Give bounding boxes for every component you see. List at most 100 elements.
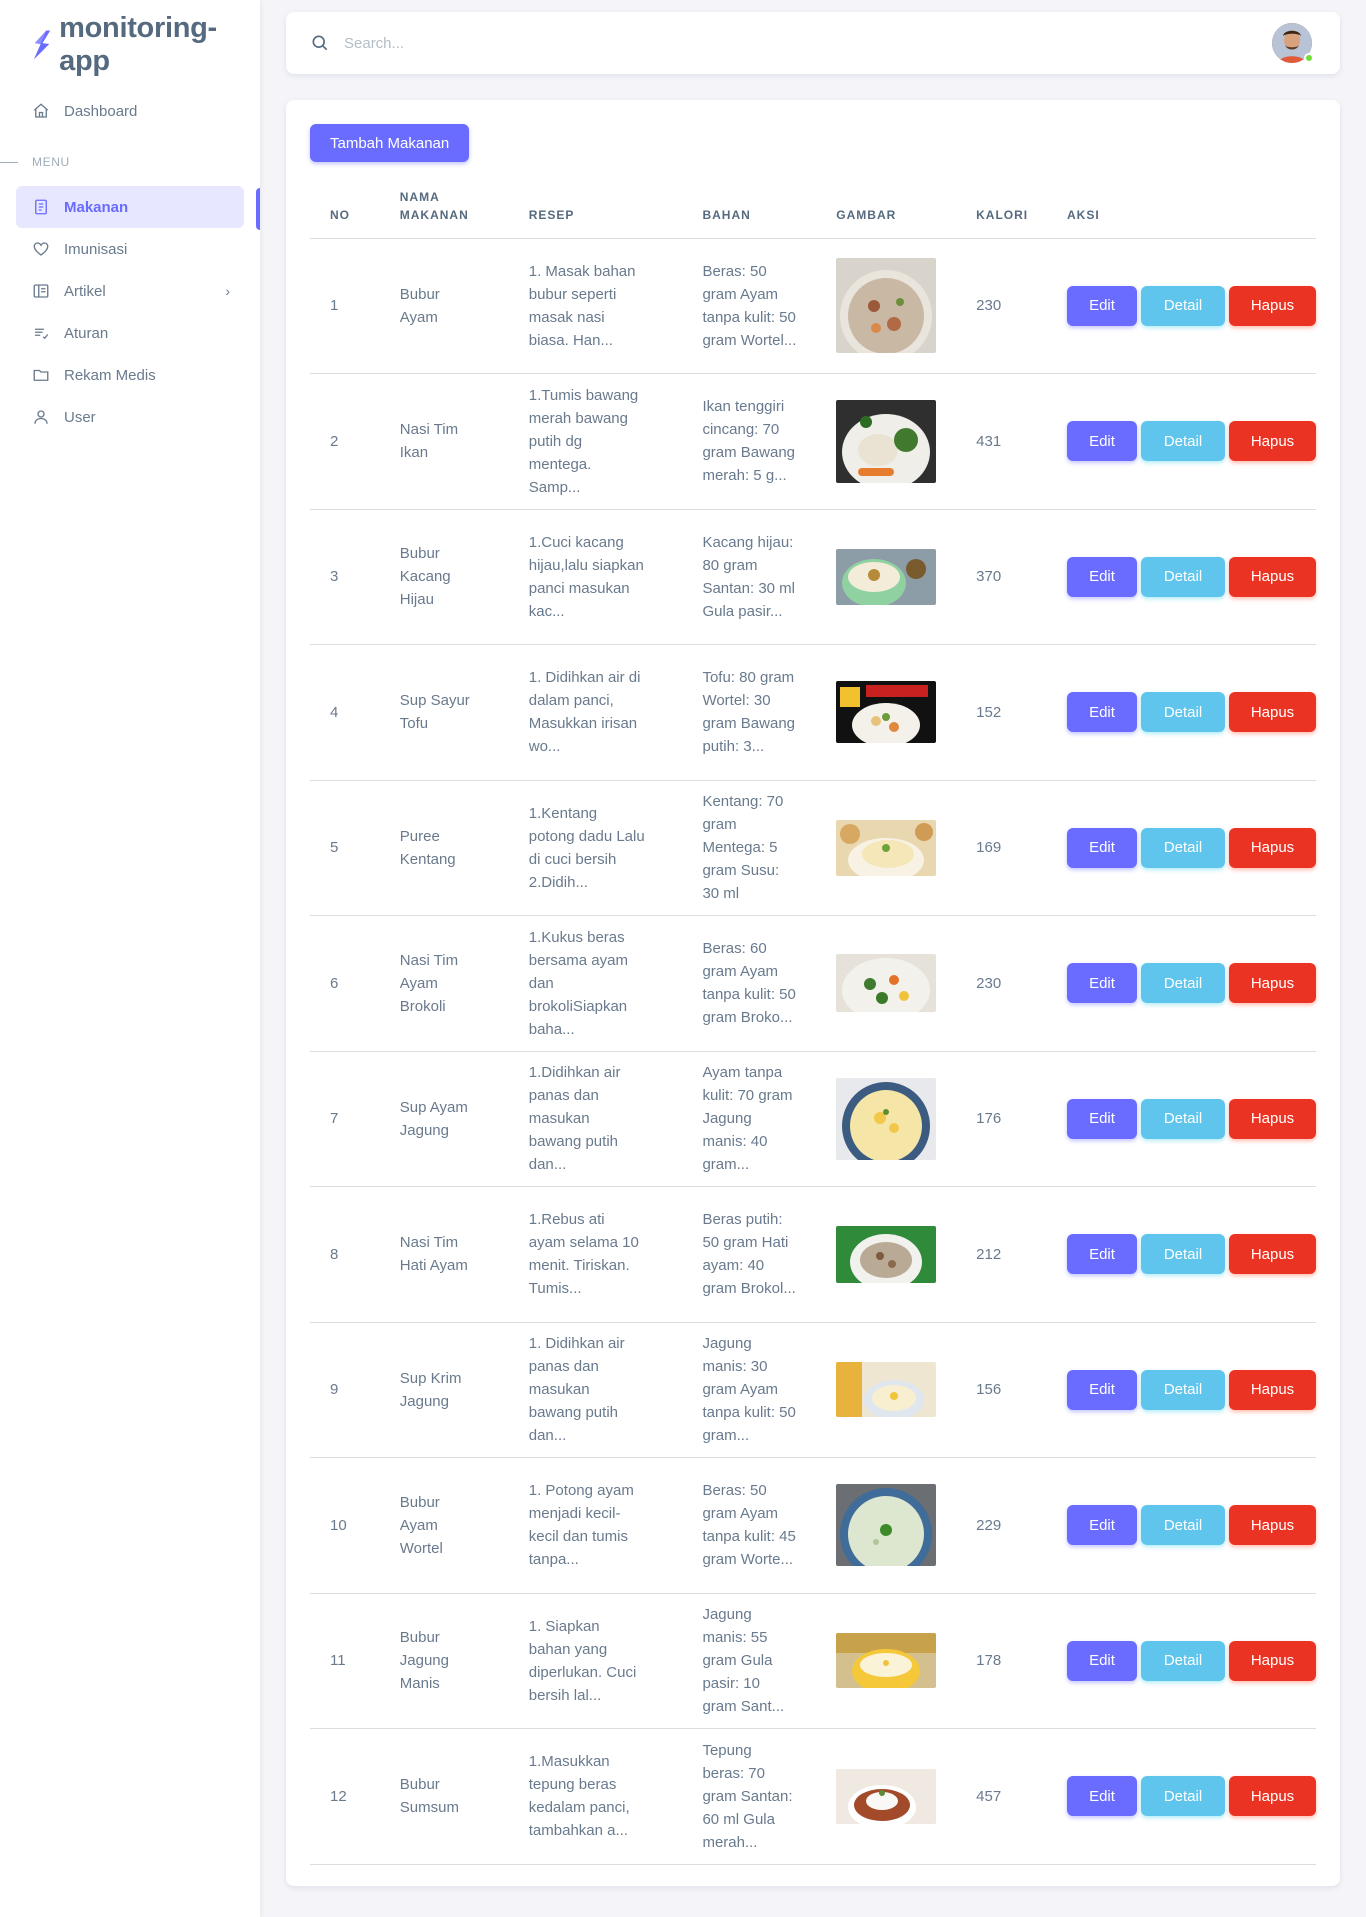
resep-text: 1.Kukus beras bersama ayam dan brokoliSi… — [528, 928, 628, 1038]
sidebar-item-makanan[interactable]: Makanan — [16, 186, 244, 228]
brand[interactable]: monitoring-app — [0, 0, 260, 90]
column-header-bahan: BAHAN — [682, 184, 817, 239]
hapus-button[interactable]: Hapus — [1229, 285, 1316, 326]
hapus-button[interactable]: Hapus — [1229, 421, 1316, 462]
bahan-text: Kacang hijau: 80 gram Santan: 30 ml Gula… — [702, 533, 796, 620]
detail-button[interactable]: Detail — [1141, 556, 1225, 597]
food-image[interactable] — [836, 1077, 937, 1160]
sidebar-item-label: User — [64, 408, 96, 426]
detail-button[interactable]: Detail — [1141, 692, 1225, 733]
bahan-text: Tepung beras: 70 gram Santan: 60 ml Gula… — [702, 1741, 793, 1851]
food-image[interactable] — [836, 954, 937, 1013]
column-header-no: NO — [310, 184, 380, 239]
edit-button[interactable]: Edit — [1067, 1505, 1137, 1546]
hapus-button[interactable]: Hapus — [1229, 1505, 1316, 1546]
resep-text: 1.Tumis bawang merah bawang putih dg men… — [528, 386, 639, 496]
food-image[interactable] — [836, 399, 937, 483]
detail-button[interactable]: Detail — [1141, 1234, 1225, 1275]
hapus-button[interactable]: Hapus — [1229, 1234, 1316, 1275]
detail-button[interactable]: Detail — [1141, 1505, 1225, 1546]
hapus-button[interactable]: Hapus — [1229, 692, 1316, 733]
cell-aksi: Edit Detail Hapus — [1047, 373, 1316, 510]
edit-button[interactable]: Edit — [1067, 692, 1137, 733]
cell-gambar — [816, 509, 957, 645]
hapus-button[interactable]: Hapus — [1229, 1776, 1316, 1817]
heart-icon — [32, 240, 50, 258]
food-image[interactable] — [836, 1633, 937, 1689]
cell-nama-makanan: Nasi Tim Ayam Brokoli — [379, 915, 509, 1052]
sidebar-item-imunisasi[interactable]: Imunisasi — [16, 228, 244, 270]
edit-button[interactable]: Edit — [1067, 1776, 1137, 1817]
edit-button[interactable]: Edit — [1067, 285, 1137, 326]
cell-kalori: 229 — [956, 1457, 1047, 1594]
resep-text: 1.Kentang potong dadu Lalu di cuci bersi… — [528, 804, 645, 891]
cell-bahan: Jagung manis: 30 gram Ayam tanpa kulit: … — [682, 1322, 817, 1458]
resep-text: 1. Potong ayam menjadi kecil-kecil dan t… — [528, 1482, 634, 1569]
menu-header: MENU — [0, 138, 260, 186]
detail-button[interactable]: Detail — [1141, 285, 1225, 326]
makanan-table: NO NAMA MAKANAN RESEP BAHAN GAMBAR KALOR… — [310, 184, 1316, 1865]
nama-makanan-text: Sup Sayur Tofu — [399, 692, 470, 733]
food-image[interactable] — [836, 1484, 937, 1567]
cell-kalori: 152 — [956, 644, 1047, 781]
cell-aksi: Edit Detail Hapus — [1047, 1051, 1316, 1187]
food-image[interactable] — [836, 1362, 937, 1418]
cell-resep: 1.Masukkan tepung beras kedalam panci, t… — [508, 1728, 683, 1865]
tambah-makanan-button[interactable]: Tambah Makanan — [310, 124, 470, 162]
table-row: 6 Nasi Tim Ayam Brokoli 1.Kukus beras bers… — [310, 915, 1316, 1052]
resep-text: 1. Didihkan air panas dan masukan bawang… — [528, 1335, 625, 1445]
edit-button[interactable]: Edit — [1067, 1640, 1137, 1681]
sidebar-item-user[interactable]: User — [16, 396, 244, 438]
column-header-kalori: KALORI — [956, 184, 1047, 239]
detail-button[interactable]: Detail — [1141, 421, 1225, 462]
hapus-button[interactable]: Hapus — [1229, 1369, 1316, 1410]
search-icon[interactable] — [310, 33, 330, 53]
food-image[interactable] — [836, 1768, 937, 1824]
detail-button[interactable]: Detail — [1141, 1369, 1225, 1410]
cell-gambar — [816, 1322, 957, 1458]
cell-aksi: Edit Detail Hapus — [1047, 915, 1316, 1052]
hapus-button[interactable]: Hapus — [1229, 556, 1316, 597]
cell-gambar — [816, 915, 957, 1052]
detail-button[interactable]: Detail — [1141, 1640, 1225, 1681]
edit-button[interactable]: Edit — [1067, 1098, 1137, 1139]
cell-gambar — [816, 1051, 957, 1187]
edit-button[interactable]: Edit — [1067, 1234, 1137, 1275]
nama-makanan-text: Bubur Sumsum — [399, 1776, 459, 1817]
sidebar-item-aturan[interactable]: Aturan — [16, 312, 244, 354]
cell-no: 11 — [310, 1593, 380, 1729]
edit-button[interactable]: Edit — [1067, 827, 1137, 868]
table-row: 8 Nasi Tim Hati Ayam 1.Rebus ati ayam sela… — [310, 1186, 1316, 1323]
food-image[interactable] — [836, 681, 937, 744]
food-image[interactable] — [836, 548, 937, 605]
hapus-button[interactable]: Hapus — [1229, 1098, 1316, 1139]
cell-no: 9 — [310, 1322, 380, 1458]
detail-button[interactable]: Detail — [1141, 827, 1225, 868]
search-input[interactable] — [344, 34, 744, 52]
food-image[interactable] — [836, 819, 937, 876]
edit-button[interactable]: Edit — [1067, 556, 1137, 597]
cell-resep: 1.Didihkan air panas dan masukan bawang … — [508, 1051, 683, 1187]
bahan-text: Jagung manis: 55 gram Gula pasir: 10 gra… — [702, 1606, 785, 1716]
edit-button[interactable]: Edit — [1067, 963, 1137, 1004]
cell-aksi: Edit Detail Hapus — [1047, 644, 1316, 781]
bahan-text: Beras: 60 gram Ayam tanpa kulit: 50 gram… — [702, 940, 796, 1027]
detail-button[interactable]: Detail — [1141, 1098, 1225, 1139]
cell-gambar — [816, 1457, 957, 1594]
edit-button[interactable]: Edit — [1067, 421, 1137, 462]
sidebar-item-artikel[interactable]: Artikel › — [16, 270, 244, 312]
hapus-button[interactable]: Hapus — [1229, 827, 1316, 868]
chevron-right-icon: › — [225, 283, 230, 299]
sidebar-item-label: Rekam Medis — [64, 366, 156, 384]
sidebar-item-dashboard[interactable]: Dashboard — [16, 90, 244, 132]
hapus-button[interactable]: Hapus — [1229, 963, 1316, 1004]
hapus-button[interactable]: Hapus — [1229, 1640, 1316, 1681]
food-image[interactable] — [836, 258, 937, 354]
bahan-text: Beras: 50 gram Ayam tanpa kulit: 50 gram… — [702, 262, 797, 349]
sidebar-item-rekam-medis[interactable]: Rekam Medis — [16, 354, 244, 396]
food-image[interactable] — [836, 1225, 937, 1283]
detail-button[interactable]: Detail — [1141, 1776, 1225, 1817]
edit-button[interactable]: Edit — [1067, 1369, 1137, 1410]
resep-text: 1.Didihkan air panas dan masukan bawang … — [528, 1064, 621, 1174]
detail-button[interactable]: Detail — [1141, 963, 1225, 1004]
